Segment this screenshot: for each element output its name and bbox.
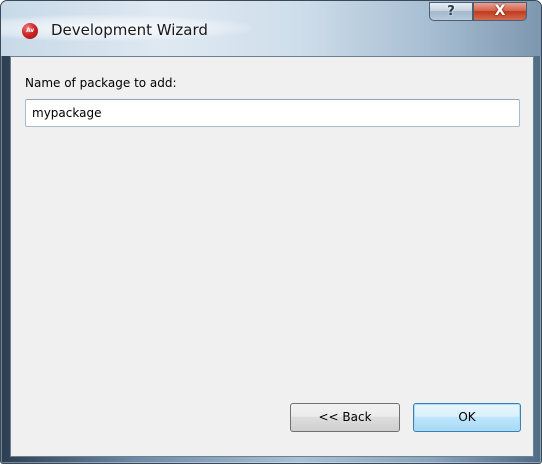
title-bar[interactable]: Av Development Wizard ? X xyxy=(1,1,541,56)
back-button[interactable]: << Back xyxy=(290,403,400,432)
package-name-label: Name of package to add: xyxy=(25,76,177,90)
close-button[interactable]: X xyxy=(473,2,527,21)
dialog-window: Av Development Wizard ? X xyxy=(0,0,542,464)
package-name-input[interactable] xyxy=(25,99,520,127)
close-icon: X xyxy=(494,3,506,19)
window-title: Development Wizard xyxy=(51,21,208,39)
help-icon: ? xyxy=(447,4,455,19)
ok-button[interactable]: OK xyxy=(413,403,521,432)
help-button[interactable]: ? xyxy=(429,2,473,21)
app-logo-icon[interactable]: Av xyxy=(22,23,38,39)
